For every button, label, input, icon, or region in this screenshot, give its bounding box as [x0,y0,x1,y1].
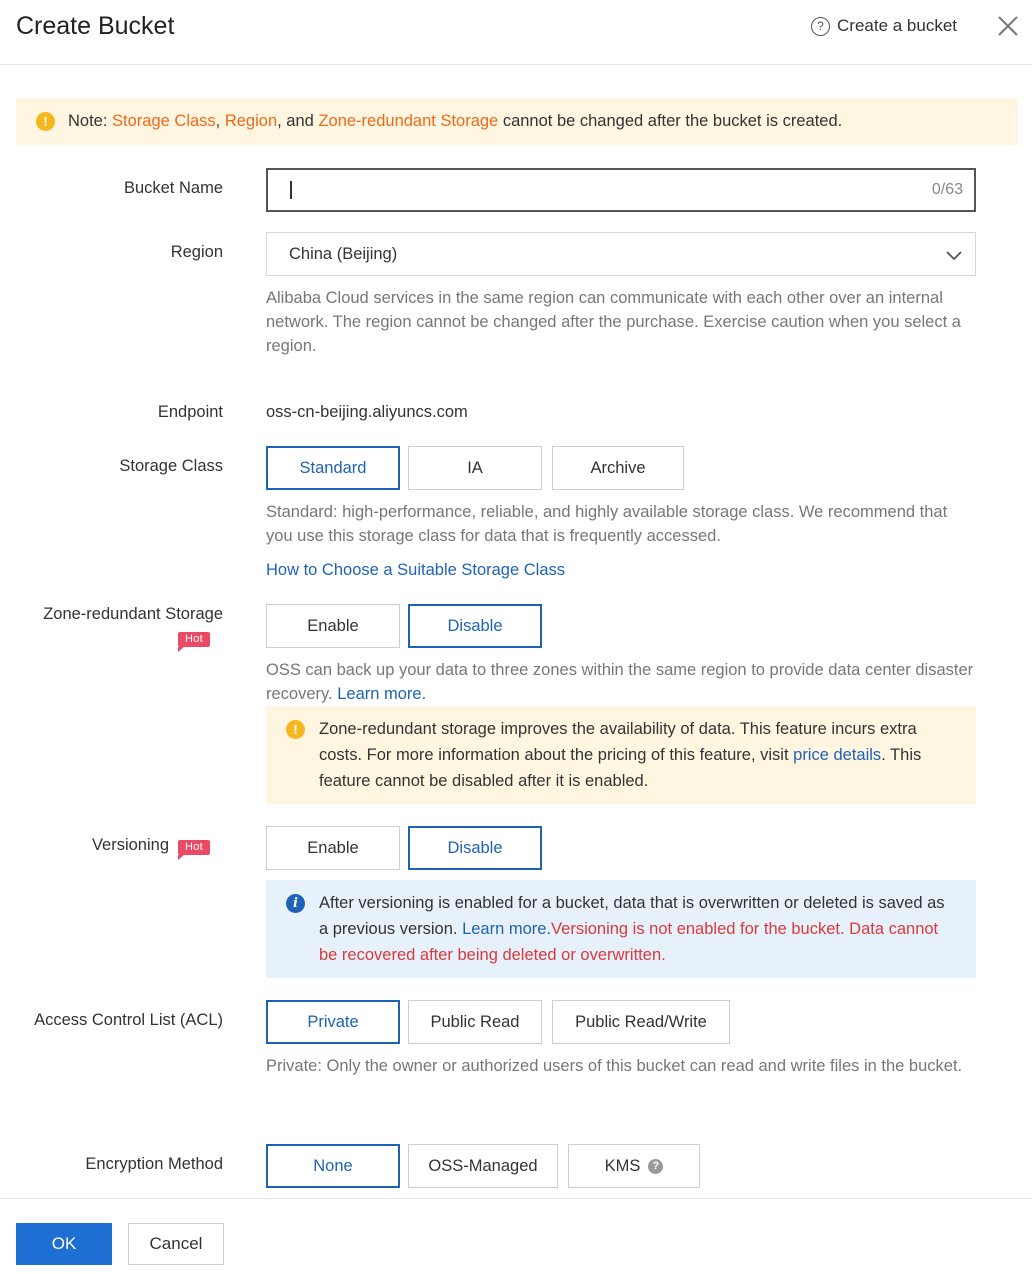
region-selected-value: China (Beijing) [289,244,398,263]
encryption-label: Encryption Method [85,1155,223,1173]
info-icon: i [286,894,305,913]
versioning-enable-button[interactable]: Enable [266,826,400,870]
storage-class-guide-link[interactable]: How to Choose a Suitable Storage Class [266,561,565,580]
storage-class-label: Storage Class [119,457,223,475]
zone-redundant-learn-more-link[interactable]: Learn more. [337,685,426,703]
dialog-footer: OK Cancel [0,1198,1032,1274]
zone-redundant-cost-alert: ! Zone-redundant storage improves the av… [266,706,976,804]
question-circle-icon: ? [811,16,830,36]
warning-icon: ! [36,112,55,131]
bucket-name-input[interactable]: 0/63 [266,168,976,212]
bucket-name-counter: 0/63 [931,181,963,198]
storage-class-help-text: Standard: high-performance, reliable, an… [266,503,948,545]
acl-label: Access Control List (ACL) [34,1011,223,1029]
versioning-info-alert: i After versioning is enabled for a buck… [266,880,976,978]
price-details-link[interactable]: price details [793,746,881,764]
create-bucket-help-link[interactable]: ? Create a bucket [811,16,957,36]
warning-icon: ! [286,720,305,739]
chevron-down-icon [946,251,962,261]
zone-redundant-help-text: OSS can back up your data to three zones… [266,661,974,703]
encryption-none-button[interactable]: None [266,1144,400,1188]
zone-redundant-label: Zone-redundant Storage [43,605,223,623]
encryption-kms-button[interactable]: KMS? [568,1144,700,1188]
versioning-disable-button[interactable]: Disable [408,826,542,870]
storage-class-archive-button[interactable]: Archive [552,446,684,490]
help-link-label: Create a bucket [837,16,958,35]
zone-redundant-disable-button[interactable]: Disable [408,604,542,648]
zone-redundant-hot-badge: Hot [178,629,211,652]
immutable-settings-note: ! Note: Storage Class, Region, and Zone-… [16,98,1018,145]
storage-class-standard-button[interactable]: Standard [266,446,400,490]
dialog-header: Create Bucket ? Create a bucket [0,0,1032,65]
zone-redundant-alert-text: Zone-redundant storage improves the avai… [319,720,922,790]
ok-button[interactable]: OK [16,1223,112,1265]
text-caret [290,181,292,199]
versioning-hot-badge: Hot [178,837,211,860]
storage-class-ia-button[interactable]: IA [408,446,542,490]
acl-private-button[interactable]: Private [266,1000,400,1044]
versioning-learn-more-link[interactable]: Learn more. [462,920,551,938]
endpoint-label: Endpoint [157,403,223,421]
region-select[interactable]: China (Beijing) [266,232,976,276]
acl-public-read-button[interactable]: Public Read [408,1000,542,1044]
acl-help-text: Private: Only the owner or authorized us… [266,1057,963,1075]
kms-label: KMS [604,1156,641,1175]
region-help-text: Alibaba Cloud services in the same regio… [266,289,961,355]
versioning-info-text: After versioning is enabled for a bucket… [319,894,945,964]
cancel-button[interactable]: Cancel [128,1223,224,1265]
zone-redundant-enable-button[interactable]: Enable [266,604,400,648]
question-icon[interactable]: ? [648,1158,664,1174]
endpoint-value: oss-cn-beijing.aliyuncs.com [266,403,468,421]
bucket-name-label: Bucket Name [123,179,223,197]
note-text: Note: Storage Class, Region, and Zone-re… [68,112,843,130]
region-label: Region [170,243,223,261]
close-icon[interactable] [994,12,1022,40]
encryption-oss-managed-button[interactable]: OSS-Managed [408,1144,558,1188]
acl-public-read-write-button[interactable]: Public Read/Write [552,1000,730,1044]
dialog-title: Create Bucket [16,12,175,40]
versioning-label: Versioning [91,836,169,854]
